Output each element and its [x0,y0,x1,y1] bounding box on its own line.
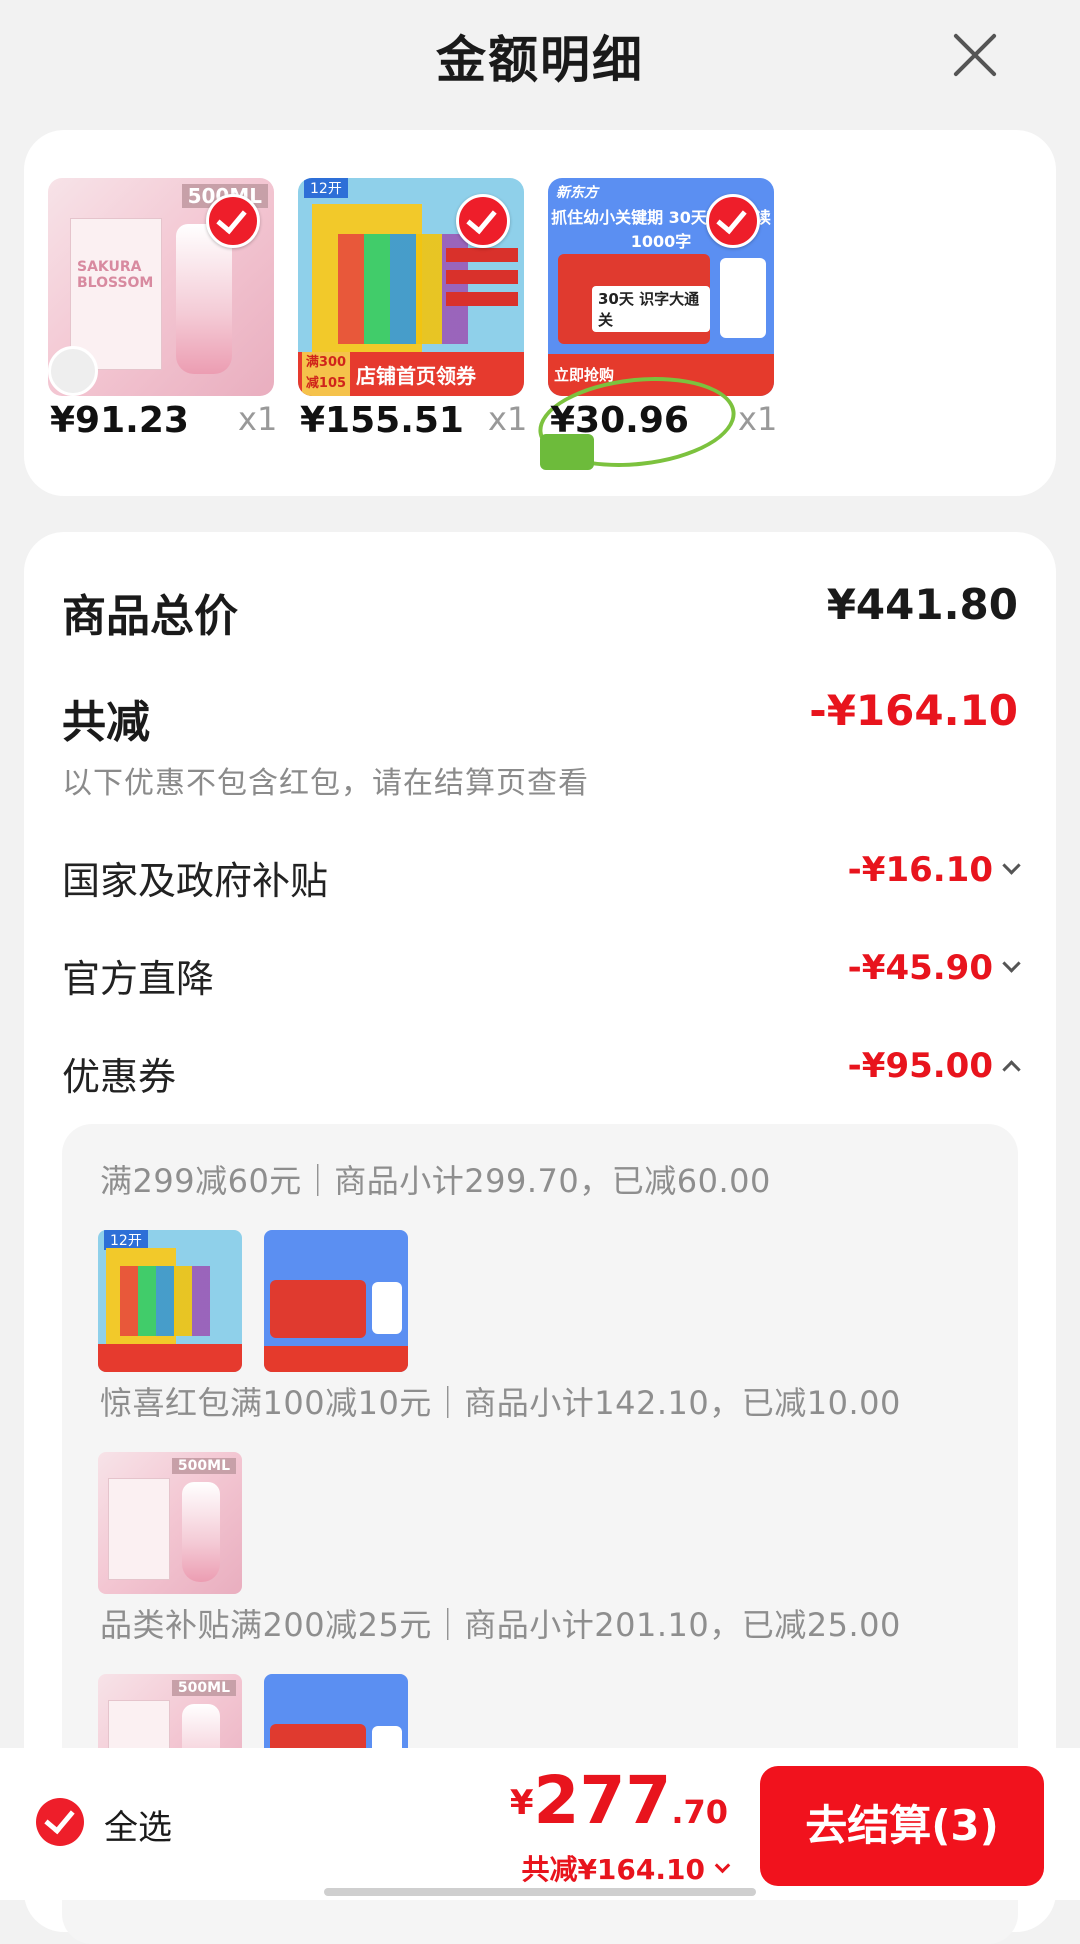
elephant-patchwork [120,1266,210,1336]
currency-symbol: ¥ [509,1783,534,1824]
coupon-row[interactable]: 优惠券 -¥95.00 [62,1046,1021,1100]
official-cut-value-wrap: -¥45.90 [847,948,1021,988]
coupon-value: -¥95.00 [847,1046,993,1086]
promo-text: 店铺首页领券 [356,364,476,388]
size-tag: 12开 [304,178,348,198]
coupon-detail-line: 品类补贴满200减25元｜商品小计201.10，已减25.00 [100,1606,901,1644]
official-cut-row[interactable]: 官方直降 -¥45.90 [62,948,1021,1002]
buy-bar [264,1346,408,1372]
product-qty: x1 [738,400,778,438]
coupon-product-thumb: 12开 [98,1230,242,1372]
total-value: ¥441.80 [826,580,1018,629]
checkout-bar: 全选 ¥277.70 共减¥164.10 去结算(3) [0,1748,1080,1900]
pay-amount-decimal: .70 [671,1793,728,1831]
kit-box: 30天 识字大通关 [558,254,710,344]
kit-side-card [372,1282,402,1334]
saving-text: 共减¥164.10 [521,1853,705,1886]
discount-note: 以下优惠不包含红包，请在结算页查看 [62,766,589,801]
size-tag: 12开 [104,1230,148,1250]
coupon-product-thumb [264,1230,408,1372]
chevron-up-icon[interactable] [1002,1060,1021,1079]
discount-label: 共减 [62,697,150,748]
promo-strip [98,1344,242,1372]
chevron-down-icon[interactable] [1002,954,1021,973]
checkmark-circle-icon[interactable] [36,1798,84,1846]
coupon-detail-line: 满299减60元｜商品小计299.70，已减60.00 [100,1162,771,1200]
sheet-header: 金额明细 [0,0,1080,120]
discount-row: 共减 -¥164.10 [62,686,1018,748]
coupon-label: 优惠券 [62,1055,177,1099]
product-price: ¥155.51 [300,400,464,441]
subsidy-row[interactable]: 国家及政府补贴 -¥16.10 [62,850,1021,904]
product-price: ¥30.96 [550,400,689,441]
series-labels [446,248,518,314]
selected-check-icon[interactable] [206,194,260,248]
subsidy-value-wrap: -¥16.10 [847,850,1021,890]
gift-box [108,1478,170,1580]
product-price: ¥91.23 [50,400,189,441]
kit-box [270,1280,366,1338]
official-cut-value: -¥45.90 [847,948,993,988]
discount-value: -¥164.10 [809,686,1018,735]
selected-check-icon[interactable] [456,194,510,248]
capacity-label: 500ML [171,1680,236,1696]
kit-side-card [720,258,766,338]
coupon-detail-line: 惊喜红包满100减10元｜商品小计142.10，已减10.00 [100,1384,901,1422]
close-icon[interactable] [943,22,1007,86]
coupon-value-wrap: -¥95.00 [847,1046,1021,1086]
saving-summary[interactable]: 共减¥164.10 [521,1848,731,1888]
products-card: SAKURA BLOSSOM 500ML ¥91.23 x1 12开 满300 … [24,130,1056,496]
product-qty: x1 [488,400,528,438]
details-card: 商品总价 ¥441.80 共减 -¥164.10 以下优惠不包含红包，请在结算页… [24,532,1056,1944]
product-item[interactable]: 新东方 抓住幼小关键期 30天轻松认读1000字 30天 识字大通关 立即抢购 … [533,178,848,478]
pay-amount: ¥277.70 [510,1762,728,1839]
total-row: 商品总价 ¥441.80 [62,580,1018,642]
gift-box: SAKURA BLOSSOM [70,218,162,370]
total-label: 商品总价 [62,591,238,642]
chevron-down-icon[interactable] [1002,856,1021,875]
subsidy-label: 国家及政府补贴 [62,859,329,903]
product-image: 12开 满300 减105 店铺首页领券 [298,178,524,396]
amount-detail-sheet: 金额明细 SAKURA BLOSSOM 500ML ¥91.23 x1 12开 … [0,0,1080,1944]
capacity-label: 500ML [171,1458,236,1474]
pay-amount-integer: 277 [533,1762,672,1839]
round-accessory [48,346,98,396]
home-indicator [324,1888,756,1896]
checkout-button[interactable]: 去结算(3) [760,1766,1044,1886]
product-qty: x1 [238,400,278,438]
official-cut-label: 官方直降 [62,957,215,1001]
sheet-title: 金额明细 [436,31,644,89]
select-all-label: 全选 [104,1808,172,1848]
coupon-product-thumb: 500ML [98,1452,242,1594]
kit-title: 30天 识字大通关 [592,286,710,332]
promo-strip: 满300 减105 店铺首页领券 [298,352,524,396]
product-image: SAKURA BLOSSOM 500ML [48,178,274,396]
tumbler-cup [182,1482,220,1582]
promo-badge: 满300 减105 [302,352,350,396]
brand-text: SAKURA BLOSSOM [77,259,154,291]
product-image: 新东方 抓住幼小关键期 30天轻松认读1000字 30天 识字大通关 立即抢购 [548,178,774,396]
subsidy-value: -¥16.10 [847,850,993,890]
chevron-down-icon[interactable] [714,1857,731,1873]
selected-check-icon[interactable] [706,194,760,248]
